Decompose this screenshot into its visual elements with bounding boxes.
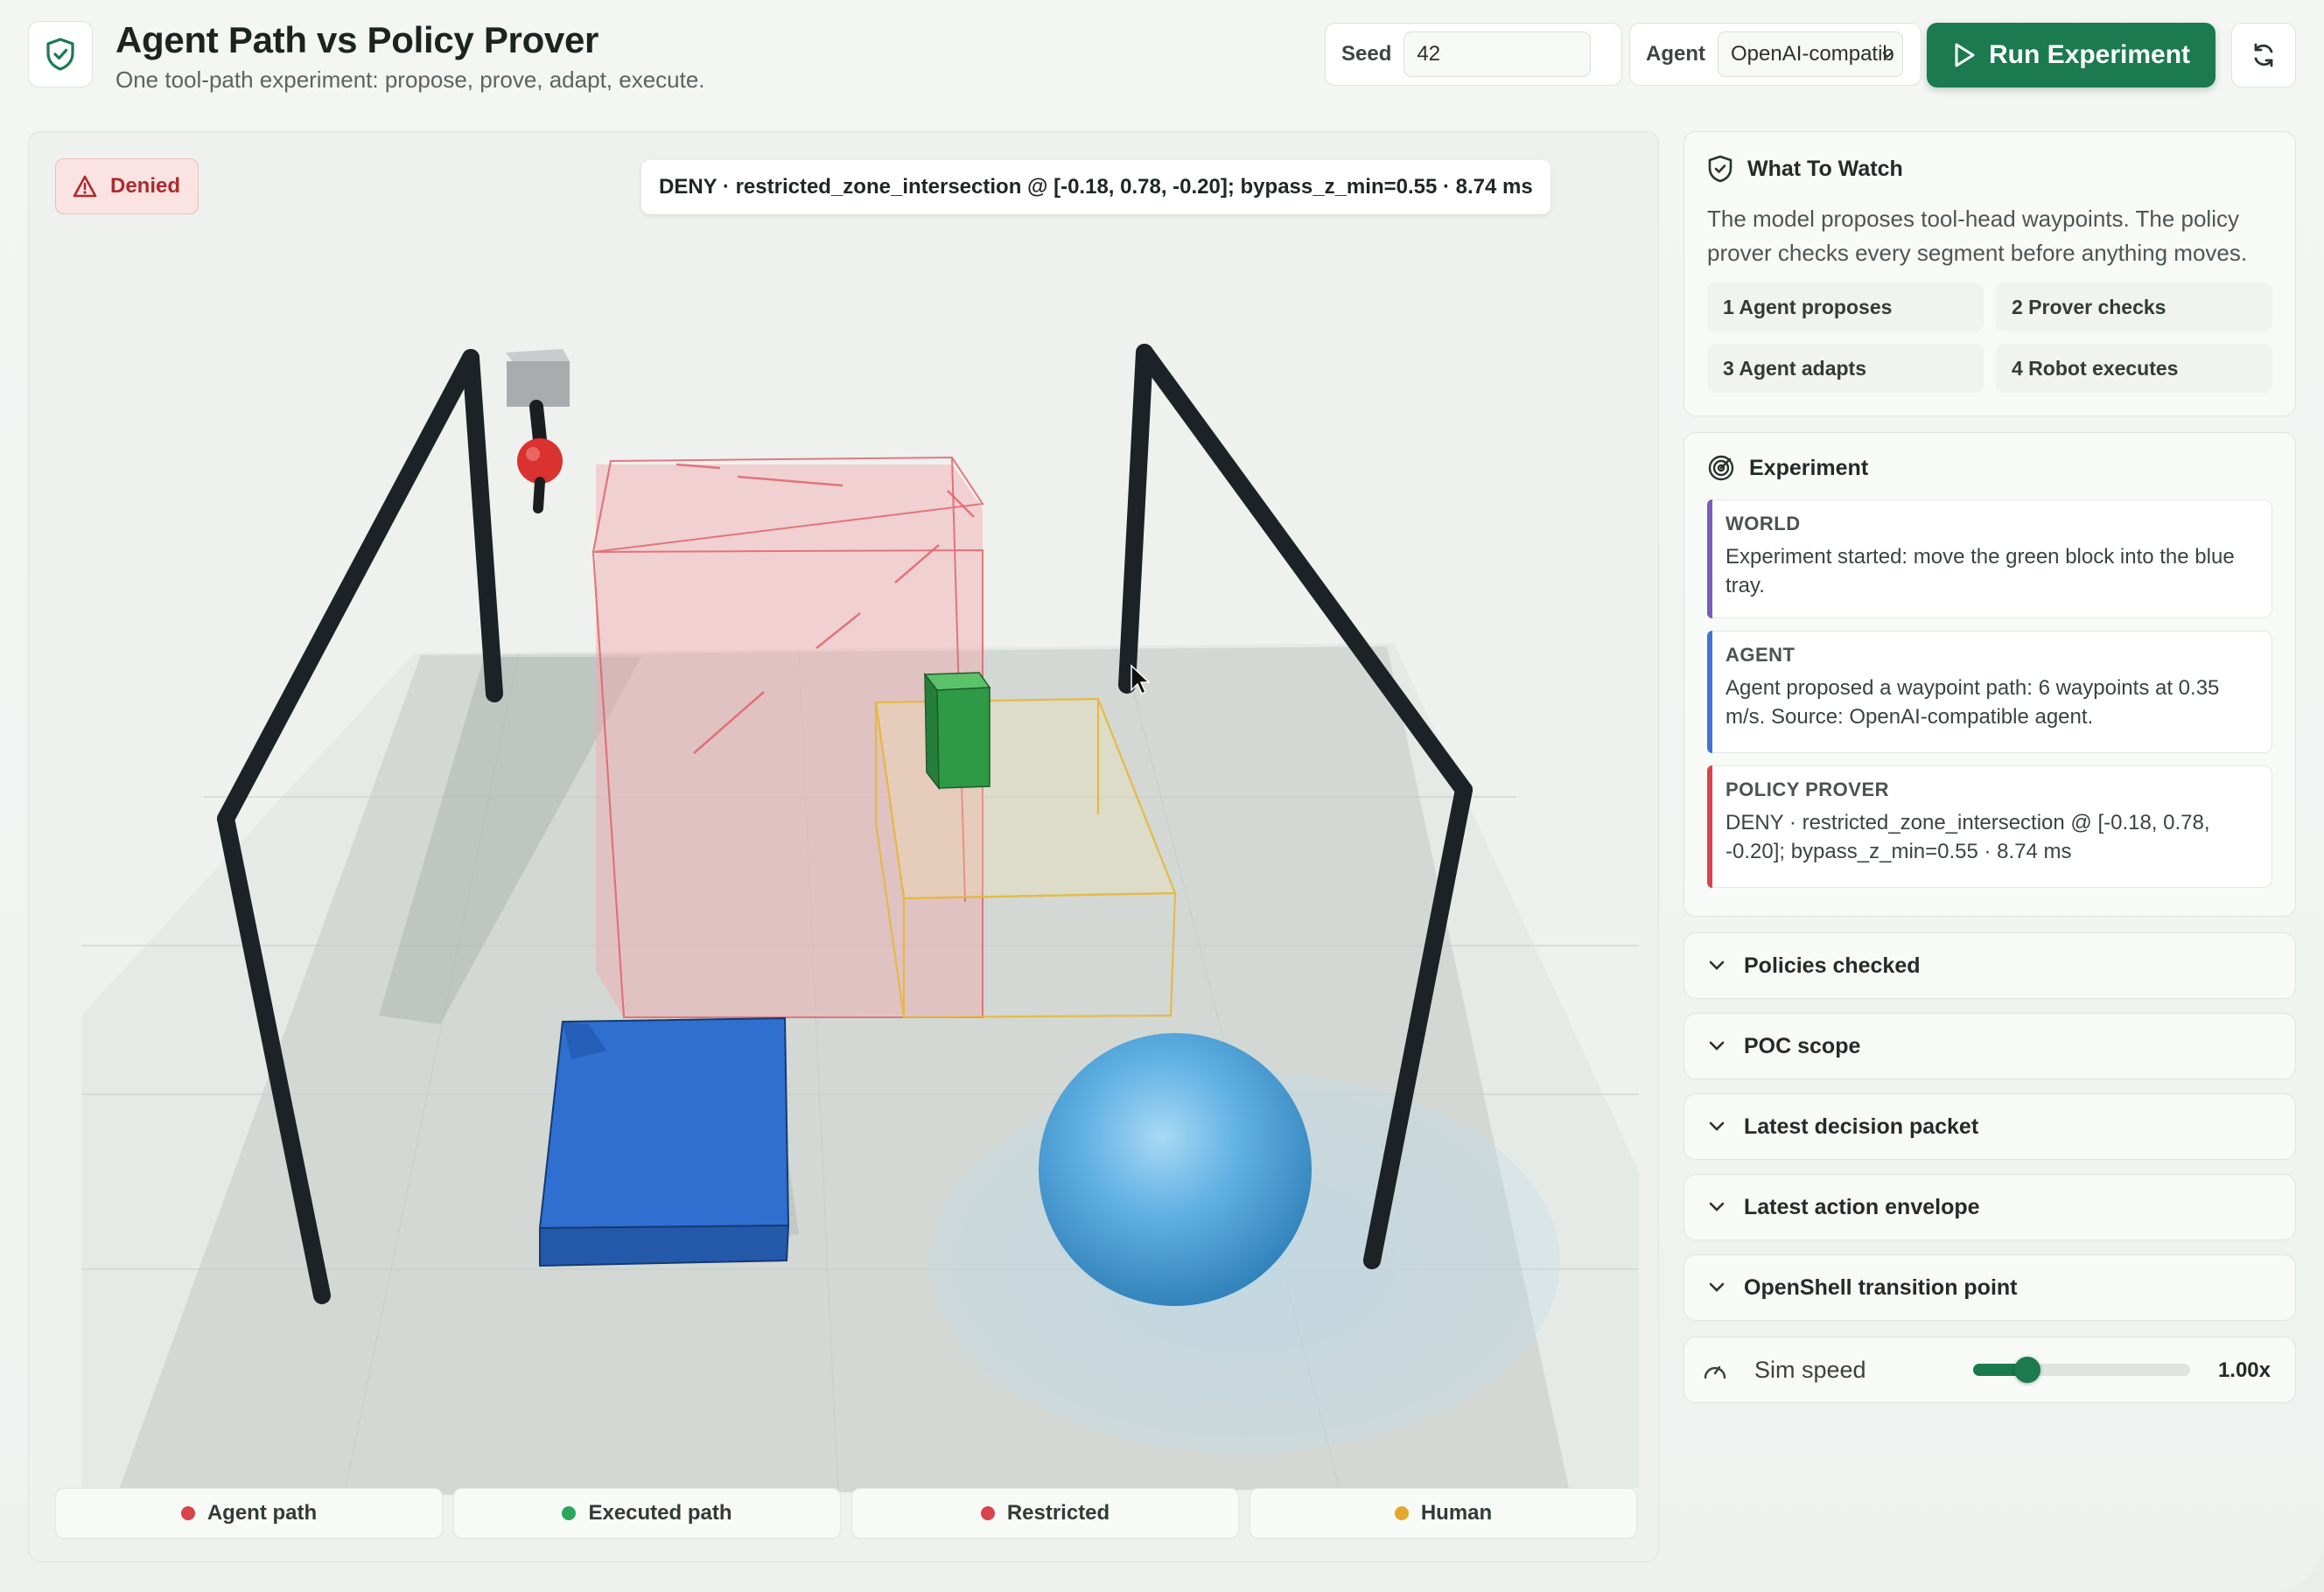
accordion-latest-action-envelope[interactable]: Latest action envelope bbox=[1684, 1174, 2296, 1240]
accordion-latest-decision-packet[interactable]: Latest decision packet bbox=[1684, 1093, 2296, 1160]
blue-tray bbox=[538, 1016, 790, 1267]
accordion-openshell-transition-point[interactable]: OpenShell transition point bbox=[1684, 1254, 2296, 1321]
seed-control: Seed 42 bbox=[1325, 23, 1622, 86]
sim-speed-value: 1.00x bbox=[2217, 1358, 2271, 1382]
legend-human[interactable]: Human bbox=[1250, 1488, 1637, 1539]
executed-path-dot-icon bbox=[562, 1506, 577, 1520]
agent-control: Agent OpenAI-compatib bbox=[1629, 23, 1922, 86]
header: Agent Path vs Policy Prover One tool-pat… bbox=[28, 19, 2296, 93]
accordion-policies-checked[interactable]: Policies checked bbox=[1684, 932, 2296, 999]
what-to-watch-text: The model proposes tool-head waypoints. … bbox=[1707, 206, 2248, 266]
decision-status-bar: DENY · restricted_zone_intersection @ [-… bbox=[641, 160, 1550, 214]
legend-label: Executed path bbox=[588, 1501, 732, 1525]
log-entry-title: AGENT bbox=[1726, 644, 1796, 666]
denied-badge-label: Denied bbox=[110, 174, 181, 198]
log-entry-world: WORLD Experiment started: move the green… bbox=[1707, 499, 2272, 618]
experiment-card: Experiment WORLD Experiment started: mov… bbox=[1684, 432, 2296, 917]
step-item: 2 Prover checks bbox=[1996, 283, 2272, 332]
agent-select-value: OpenAI-compatib bbox=[1731, 42, 1894, 66]
legend-label: Agent path bbox=[206, 1501, 318, 1525]
chevron-down-icon bbox=[1709, 1121, 1725, 1131]
accordion-label: Latest decision packet bbox=[1744, 1114, 1979, 1139]
step-list: 1 Agent proposes 2 Prover checks 3 Agent… bbox=[1707, 283, 2272, 393]
shield-logo-icon bbox=[28, 21, 93, 87]
scene-legend: Agent path Executed path Restricted Huma… bbox=[55, 1488, 1637, 1539]
denied-badge: Denied bbox=[55, 158, 200, 214]
accordion-label: Latest action envelope bbox=[1744, 1194, 1980, 1219]
log-entry-body: Experiment started: move the green block… bbox=[1726, 545, 2235, 597]
app-window: Agent Path vs Policy Prover One tool-pat… bbox=[0, 0, 2324, 1592]
what-to-watch-card: What To Watch The model proposes tool-he… bbox=[1684, 131, 2296, 416]
sim-speed-control: Sim speed 1.00x bbox=[1684, 1337, 2296, 1403]
run-experiment-button[interactable]: Run Experiment bbox=[1927, 23, 2216, 87]
chevron-down-icon bbox=[1882, 52, 1893, 59]
page-subtitle: One tool-path experiment: propose, prove… bbox=[116, 66, 705, 93]
green-block bbox=[923, 672, 991, 791]
legend-agent-path[interactable]: Agent path bbox=[55, 1488, 443, 1539]
accordion-label: POC scope bbox=[1744, 1033, 1861, 1058]
accordion-poc-scope[interactable]: POC scope bbox=[1684, 1013, 2296, 1079]
sim-speed-label: Sim speed bbox=[1754, 1356, 1866, 1383]
refresh-icon bbox=[2254, 43, 2273, 67]
radar-icon bbox=[1708, 455, 1734, 481]
step-item: 1 Agent proposes bbox=[1707, 283, 1984, 332]
chevron-down-icon bbox=[1709, 960, 1725, 970]
step-item: 4 Robot executes bbox=[1996, 344, 2272, 393]
chevron-down-icon bbox=[1709, 1202, 1725, 1211]
sim-viewport[interactable]: Denied DENY · restricted_zone_intersecti… bbox=[28, 131, 1659, 1562]
experiment-title: Experiment bbox=[1749, 455, 1869, 480]
log-entry-body: DENY · restricted_zone_intersection @ [-… bbox=[1726, 811, 2210, 863]
slider-thumb[interactable] bbox=[2014, 1357, 2041, 1383]
what-to-watch-title: What To Watch bbox=[1747, 156, 1903, 181]
chevron-down-icon bbox=[1709, 1282, 1725, 1292]
run-experiment-label: Run Experiment bbox=[1988, 40, 2191, 69]
legend-restricted[interactable]: Restricted bbox=[851, 1488, 1239, 1539]
page-title: Agent Path vs Policy Prover bbox=[116, 19, 599, 60]
log-entry-title: POLICY PROVER bbox=[1726, 779, 1890, 800]
agent-path-dot-icon bbox=[180, 1506, 195, 1520]
robot-tool-head bbox=[506, 349, 570, 513]
gauge-icon bbox=[1704, 1365, 1726, 1379]
warning-triangle-icon bbox=[73, 175, 97, 198]
step-item: 3 Agent adapts bbox=[1707, 344, 1984, 393]
human-sphere bbox=[1039, 1033, 1312, 1306]
legend-label: Restricted bbox=[1006, 1501, 1110, 1525]
legend-executed-path[interactable]: Executed path bbox=[453, 1488, 841, 1539]
seed-input[interactable]: 42 bbox=[1404, 31, 1592, 77]
log-entry-body: Agent proposed a waypoint path: 6 waypoi… bbox=[1726, 676, 2220, 729]
accordion-label: Policies checked bbox=[1744, 953, 1921, 978]
shield-check-icon bbox=[1708, 155, 1732, 183]
log-entry-policy-prover: POLICY PROVER DENY · restricted_zone_int… bbox=[1707, 765, 2272, 888]
sim-speed-slider[interactable] bbox=[1973, 1357, 2190, 1383]
scene-3d[interactable] bbox=[29, 132, 1658, 1561]
restricted-dot-icon bbox=[980, 1506, 995, 1520]
human-dot-icon bbox=[1394, 1506, 1409, 1520]
seed-label: Seed bbox=[1341, 42, 1392, 66]
agent-label: Agent bbox=[1646, 42, 1705, 66]
legend-label: Human bbox=[1420, 1501, 1493, 1525]
play-icon bbox=[1955, 43, 1975, 67]
agent-select[interactable]: OpenAI-compatib bbox=[1718, 31, 1903, 77]
chevron-down-icon bbox=[1709, 1041, 1725, 1051]
log-entry-agent: AGENT Agent proposed a waypoint path: 6 … bbox=[1707, 631, 2272, 753]
log-entry-title: WORLD bbox=[1726, 513, 1801, 534]
accordion-label: OpenShell transition point bbox=[1744, 1274, 2018, 1300]
refresh-button[interactable] bbox=[2231, 23, 2296, 87]
